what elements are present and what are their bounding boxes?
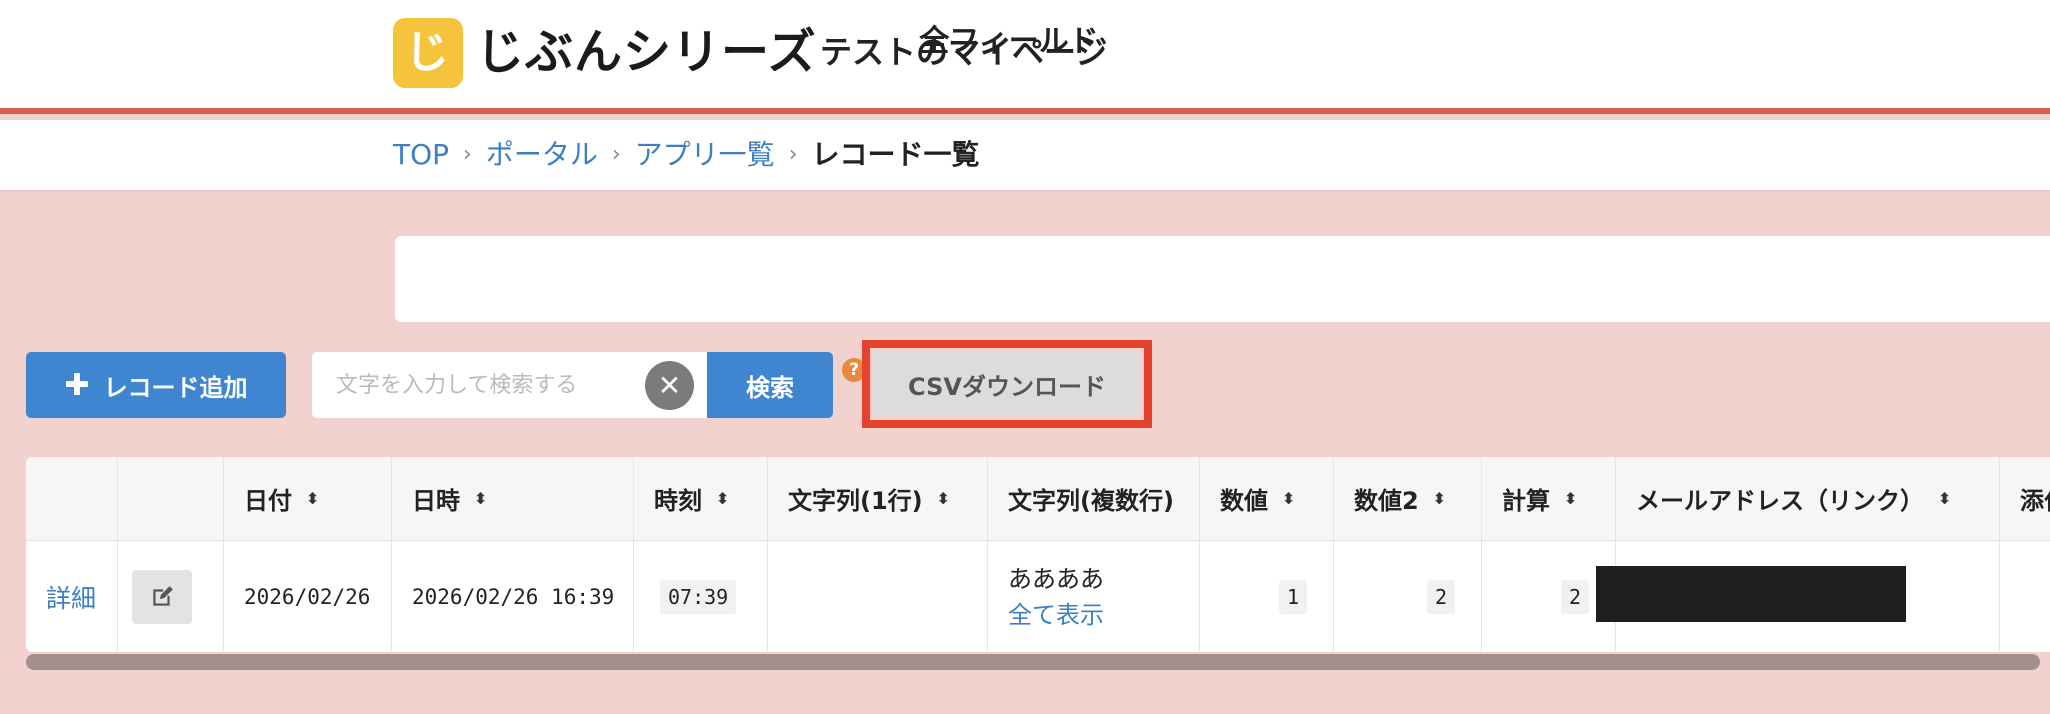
header-label: 時刻 <box>654 487 702 515</box>
header-label: 日時 <box>412 487 460 515</box>
header-label: 数値 <box>1220 487 1268 515</box>
cell-number2: 2 <box>1334 541 1482 652</box>
header-attachment[interactable]: 添付 <box>2000 457 2050 540</box>
show-all-link[interactable]: 全て表示 <box>1008 597 1104 633</box>
add-record-label: レコード追加 <box>103 373 248 402</box>
edit-record-button[interactable] <box>132 569 192 624</box>
header-label: 計算 <box>1502 487 1550 515</box>
detail-link[interactable]: 詳細 <box>46 579 96 615</box>
header-cell-edit <box>118 457 224 540</box>
header-text-single[interactable]: 文字列(1行) ⬍ <box>768 457 988 540</box>
records-table: 日付 ⬍ 日時 ⬍ 時刻 ⬍ 文字列(1行) ⬍ 文字列(複数行) 数値 ⬍ 数値2 ⬍ 計… <box>26 457 2050 652</box>
time-value: 07:39 <box>660 579 737 614</box>
breadcrumb-separator-icon: › <box>788 142 798 167</box>
header-calc[interactable]: 計算 ⬍ <box>1482 457 1616 540</box>
cell-time: 07:39 <box>634 541 768 652</box>
add-record-button[interactable]: ✚ レコード追加 <box>26 352 286 418</box>
multiline-text: ああああ 全て表示 <box>988 561 1104 633</box>
search-button[interactable]: 検索 <box>707 352 833 418</box>
header-label: メールアドレス（リンク） <box>1636 487 1924 515</box>
header-number2[interactable]: 数値2 ⬍ <box>1334 457 1482 540</box>
plus-icon: ✚ <box>64 367 90 403</box>
edit-icon <box>153 585 173 606</box>
breadcrumb-app-list[interactable]: アプリ一覧 <box>635 136 775 174</box>
cell-edit <box>118 541 224 652</box>
calc-value: 2 <box>1560 579 1589 614</box>
number-value: 1 <box>1278 579 1307 614</box>
breadcrumb-separator-icon: › <box>611 142 621 167</box>
sort-icon: ⬍ <box>1938 489 1952 508</box>
header-label: 文字列(複数行) <box>1008 487 1174 515</box>
cell-detail: 詳細 <box>26 541 118 652</box>
header-date[interactable]: 日付 ⬍ <box>224 457 392 540</box>
sort-icon: ⬍ <box>1432 489 1447 508</box>
csv-download-button[interactable]: CSVダウンロード <box>874 352 1140 416</box>
multiline-value: ああああ <box>1008 564 1104 593</box>
breadcrumb-current: レコード一覧 <box>811 138 980 171</box>
sort-icon: ⬍ <box>716 489 730 508</box>
cell-datetime: 2026/02/26 16:39 <box>392 541 634 652</box>
sort-icon: ⬍ <box>474 489 488 508</box>
search-input[interactable] <box>312 352 642 418</box>
view-title: 全フィールド <box>919 24 1099 59</box>
header-datetime[interactable]: 日時 ⬍ <box>392 457 634 540</box>
redacted-email-block <box>1596 566 1906 622</box>
cell-attachment <box>2000 541 2050 652</box>
header-time[interactable]: 時刻 ⬍ <box>634 457 768 540</box>
table-header-row: 日付 ⬍ 日時 ⬍ 時刻 ⬍ 文字列(1行) ⬍ 文字列(複数行) 数値 ⬍ 数値2 ⬍ 計… <box>26 457 2050 541</box>
sort-icon: ⬍ <box>936 489 951 508</box>
number2-value: 2 <box>1426 579 1455 614</box>
cell-text-single <box>768 541 988 652</box>
breadcrumb: TOP › ポータル › アプリ一覧 › レコード一覧 <box>393 136 980 174</box>
cell-text-multi: ああああ 全て表示 <box>988 541 1200 652</box>
header-text-multi: 文字列(複数行) <box>988 457 1200 540</box>
header-number[interactable]: 数値 ⬍ <box>1200 457 1334 540</box>
header-label: 数値2 <box>1354 487 1419 515</box>
header-email[interactable]: メールアドレス（リンク） ⬍ <box>1616 457 2000 540</box>
sort-icon: ⬍ <box>306 489 320 508</box>
clear-search-icon[interactable]: ✕ <box>645 361 694 410</box>
header-label: 文字列(1行) <box>788 487 923 515</box>
breadcrumb-top[interactable]: TOP <box>393 136 449 174</box>
breadcrumb-bar: TOP › ポータル › アプリ一覧 › レコード一覧 <box>0 120 2050 190</box>
sort-icon: ⬍ <box>1282 489 1296 508</box>
header-label: 日付 <box>244 487 292 515</box>
sort-icon: ⬍ <box>1564 489 1578 508</box>
view-title-panel <box>395 236 2050 322</box>
breadcrumb-portal[interactable]: ポータル <box>486 136 598 174</box>
breadcrumb-separator-icon: › <box>463 142 472 167</box>
horizontal-scrollbar[interactable] <box>26 654 2040 670</box>
cell-date: 2026/02/26 <box>224 541 392 652</box>
cell-number: 1 <box>1200 541 1334 652</box>
header-cell-detail <box>26 457 118 540</box>
header-label: 添付 <box>2020 487 2050 515</box>
